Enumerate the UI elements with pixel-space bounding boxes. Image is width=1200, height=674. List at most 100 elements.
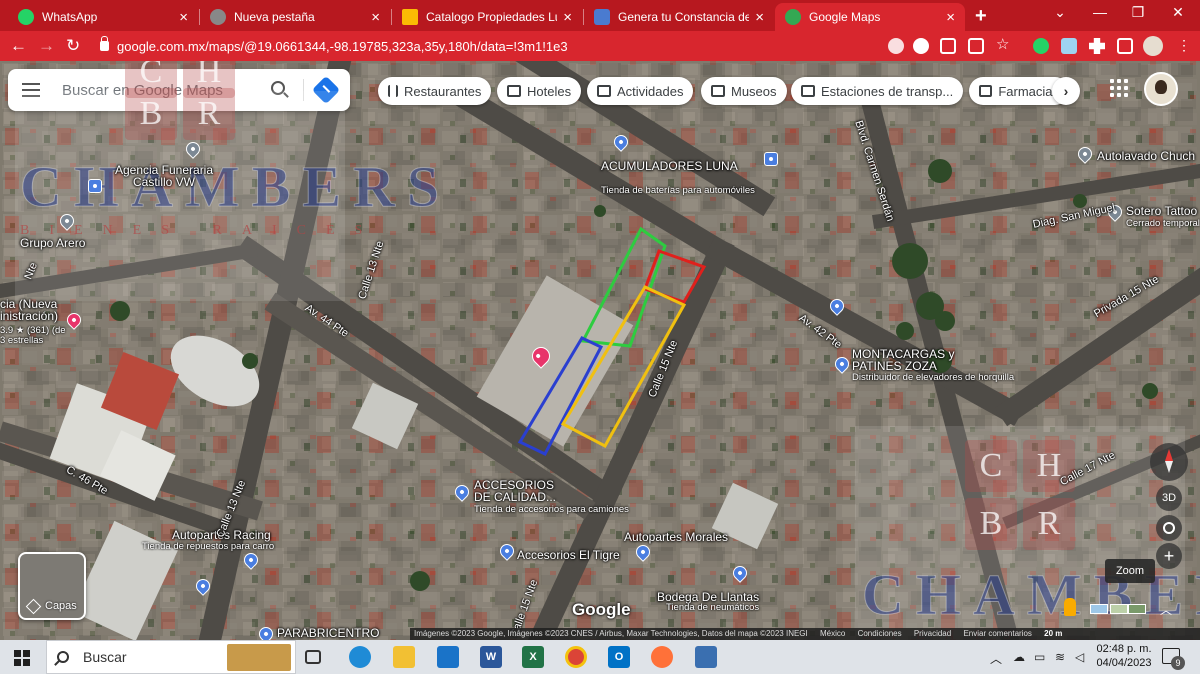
footer-link[interactable]: México xyxy=(820,629,845,638)
new-tab-button[interactable]: + xyxy=(975,5,987,28)
address-bar[interactable]: google.com.mx/maps/@19.0661344,-98.19785… xyxy=(92,35,1022,57)
place-category: Distribuidor de elevadores de horquilla xyxy=(852,372,1015,383)
imagery-thumb[interactable] xyxy=(1090,604,1108,614)
tab-whatsapp[interactable]: WhatsApp × xyxy=(8,3,198,31)
whatsapp-extension-icon[interactable] xyxy=(1033,38,1049,54)
compass-icon[interactable] xyxy=(1150,443,1188,481)
bus-stop-icon[interactable] xyxy=(764,152,778,166)
place-label-accesorios-calidad[interactable]: ACCESORIOS DE CALIDAD... xyxy=(474,479,564,503)
chip-restaurantes[interactable]: Restaurantes xyxy=(378,77,492,105)
imagery-thumb[interactable] xyxy=(1110,604,1128,614)
chrome-icon[interactable] xyxy=(565,646,587,668)
place-label-montacargas[interactable]: MONTACARGAS y PATINES ZOZA xyxy=(852,348,962,372)
lock-icon xyxy=(100,36,109,51)
side-panel-icon[interactable] xyxy=(1117,38,1133,54)
tab-search-icon[interactable]: ⌄ xyxy=(1040,4,1080,21)
place-label-agencia[interactable]: cia (Nueva inistración) xyxy=(0,298,68,322)
close-icon[interactable]: × xyxy=(946,10,955,25)
chip-actividades[interactable]: Actividades xyxy=(587,77,694,105)
clock-time: 02:48 p. m. xyxy=(1096,643,1152,655)
layers-button[interactable]: Capas xyxy=(18,552,86,620)
extensions-puzzle-icon[interactable] xyxy=(1089,38,1105,54)
close-icon[interactable]: × xyxy=(563,10,572,25)
menu-icon[interactable]: ⋮ xyxy=(1176,38,1192,54)
taskbar-search[interactable] xyxy=(46,640,296,674)
place-label-accesorios-tigre[interactable]: Accesorios El Tigre xyxy=(517,549,620,561)
taskbar-search-input[interactable] xyxy=(83,649,223,665)
browser-tab-bar: WhatsApp × Nueva pestaña × Catalogo Prop… xyxy=(0,0,1200,31)
task-view-icon[interactable] xyxy=(305,650,321,664)
chip-hoteles[interactable]: Hoteles xyxy=(497,77,582,105)
footer-link[interactable]: Condiciones xyxy=(858,629,902,638)
camera-icon xyxy=(597,85,611,97)
battery-icon[interactable]: ▭ xyxy=(1034,650,1045,664)
close-icon[interactable]: × xyxy=(755,10,764,25)
imagery-thumb[interactable] xyxy=(1128,604,1146,614)
back-button[interactable]: ← xyxy=(10,36,27,56)
windows-start-icon[interactable] xyxy=(14,650,30,666)
place-label-acumuladores[interactable]: ACUMULADORES LUNA xyxy=(601,160,738,172)
close-icon[interactable]: × xyxy=(179,10,188,25)
google-drive-icon xyxy=(402,9,418,25)
museum-icon xyxy=(711,85,725,97)
place-label-sotero-tattoo[interactable]: Sotero Tattoo xyxy=(1126,205,1197,217)
word-icon[interactable]: W xyxy=(480,646,502,668)
chip-label: Museos xyxy=(731,83,777,99)
footer-link[interactable]: Enviar comentarios xyxy=(963,629,1031,638)
share-icon[interactable] xyxy=(968,38,984,54)
google-apps-icon[interactable] xyxy=(1110,79,1128,97)
restore-button[interactable]: ❐ xyxy=(1118,4,1158,21)
system-clock[interactable]: 02:48 p. m. 04/04/2023 xyxy=(1094,642,1154,670)
profile-avatar[interactable] xyxy=(1143,36,1163,56)
place-label-parabricentro[interactable]: PARABRICENTRO xyxy=(277,627,379,639)
google-icon[interactable] xyxy=(913,38,929,54)
file-explorer-icon[interactable] xyxy=(393,646,415,668)
tab-google-maps[interactable]: Google Maps × xyxy=(775,3,965,31)
outlook-icon[interactable]: O xyxy=(608,646,630,668)
account-avatar[interactable] xyxy=(1144,72,1178,106)
tab-constancia[interactable]: Genera tu Constancia de Situ × xyxy=(584,3,774,31)
chips-next-button[interactable]: › xyxy=(1052,77,1080,105)
place-label-funeraria[interactable]: Agencia Funeraria Castillo VW xyxy=(114,164,214,188)
zoom-in-button[interactable]: + xyxy=(1156,543,1182,569)
minimize-button[interactable]: — xyxy=(1080,4,1120,20)
volume-icon[interactable]: ◁ xyxy=(1075,650,1084,664)
location-permission-icon[interactable] xyxy=(888,38,904,54)
reload-button[interactable]: ↻ xyxy=(66,36,80,56)
place-label-autopartes-morales[interactable]: Autopartes Morales xyxy=(624,531,728,543)
chip-estaciones[interactable]: Estaciones de transp... xyxy=(791,77,964,105)
bus-stop-icon[interactable] xyxy=(88,179,102,193)
place-category: Cerrado temporal xyxy=(1126,218,1200,229)
tray-chevron-icon[interactable]: ︿ xyxy=(990,650,1002,667)
close-window-button[interactable]: ✕ xyxy=(1158,4,1198,21)
install-app-icon[interactable] xyxy=(940,38,956,54)
photos-icon[interactable] xyxy=(695,646,717,668)
pegman-icon[interactable] xyxy=(1064,598,1076,616)
place-label-autolavado[interactable]: Autolavado Chuch xyxy=(1097,150,1195,162)
satellite-map[interactable]: Restaurantes Hoteles Actividades Museos … xyxy=(0,61,1200,640)
footer-link[interactable]: Privacidad xyxy=(914,629,951,638)
extension-icon[interactable] xyxy=(1061,38,1077,54)
browser-toolbar: ← → ↻ google.com.mx/maps/@19.0661344,-98… xyxy=(0,31,1200,61)
chip-label: Estaciones de transp... xyxy=(821,83,954,99)
onedrive-icon[interactable]: ☁ xyxy=(1013,650,1025,664)
my-location-icon[interactable] xyxy=(1156,515,1182,541)
wifi-icon[interactable]: ≋ xyxy=(1055,650,1065,664)
chip-label: Farmacias xyxy=(998,83,1059,99)
3d-toggle-button[interactable]: 3D xyxy=(1156,485,1182,511)
scale-bar[interactable]: 20 m xyxy=(1044,629,1062,638)
excel-icon[interactable]: X xyxy=(522,646,544,668)
chip-museos[interactable]: Museos xyxy=(701,77,787,105)
place-label-grupo-arero[interactable]: Grupo Arero xyxy=(20,237,85,249)
expand-icon[interactable]: ︿ xyxy=(1160,601,1172,618)
watermark-word: CHAMBERS xyxy=(19,154,452,220)
close-icon[interactable]: × xyxy=(371,10,380,25)
firefox-icon[interactable] xyxy=(651,646,673,668)
forward-button[interactable]: → xyxy=(38,36,55,56)
bookmark-star-icon[interactable]: ☆ xyxy=(996,37,1012,54)
search-highlight-image[interactable] xyxy=(227,644,291,671)
tab-catalogo[interactable]: Catalogo Propiedades Luis A × xyxy=(392,3,582,31)
edge-icon[interactable] xyxy=(349,646,371,668)
mail-icon[interactable] xyxy=(437,646,459,668)
tab-new-tab[interactable]: Nueva pestaña × xyxy=(200,3,390,31)
